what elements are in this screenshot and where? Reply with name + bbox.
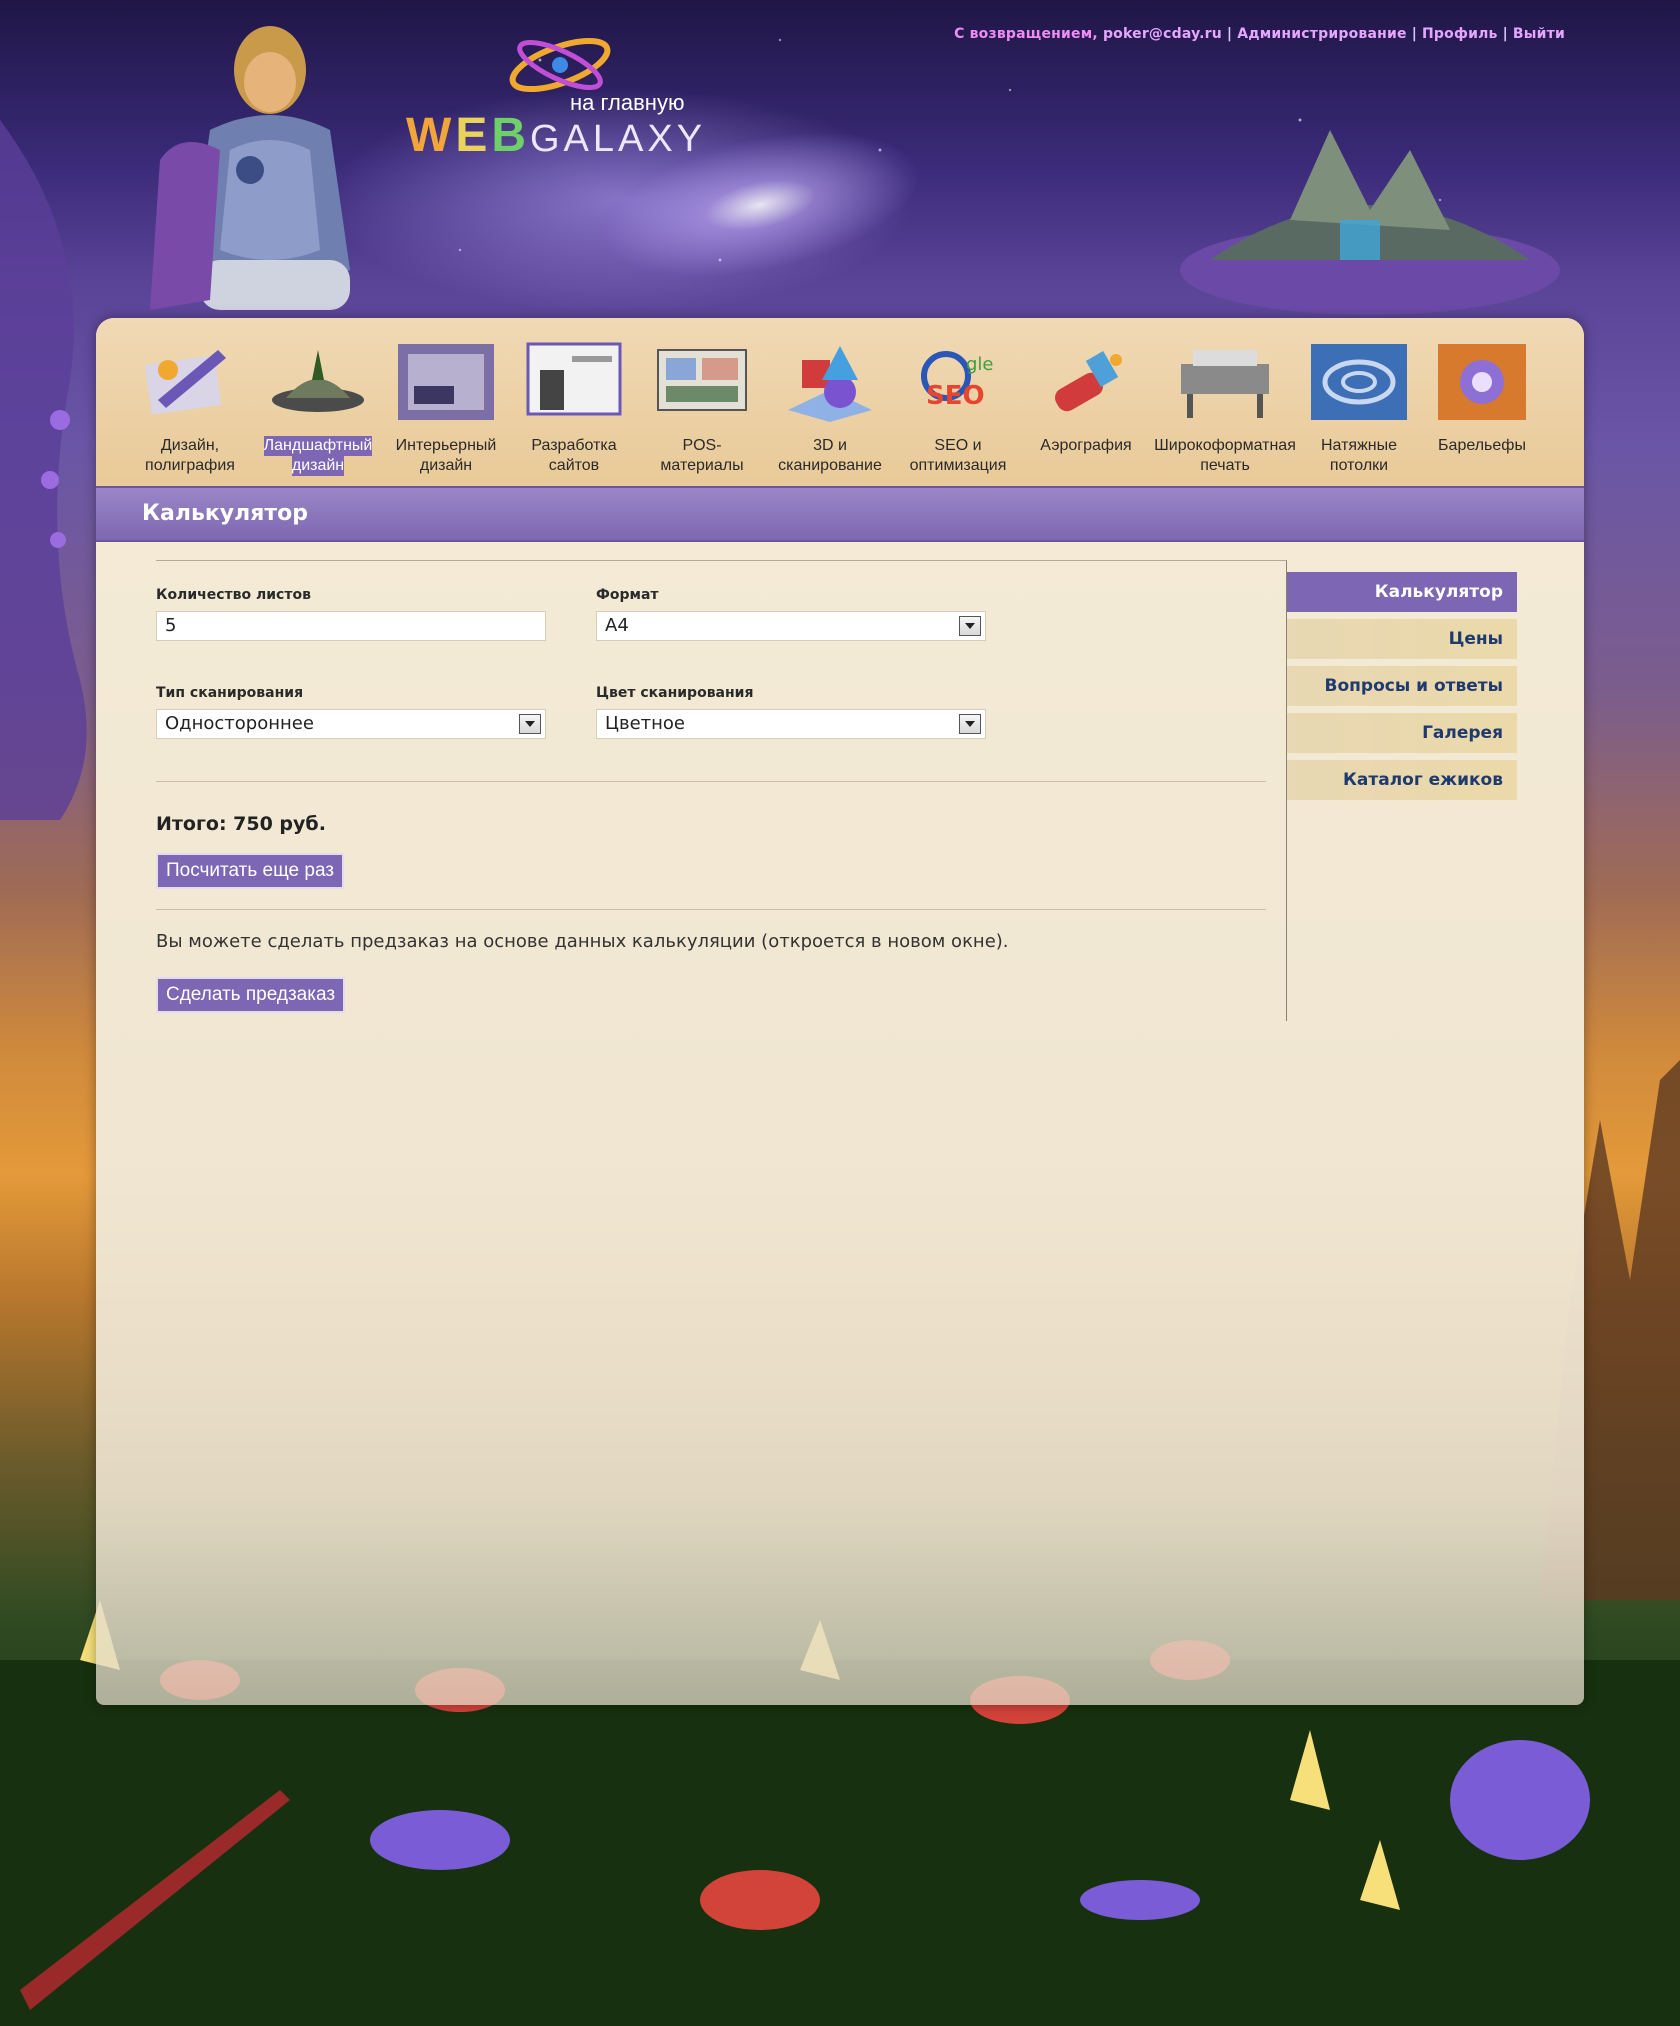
pos-icon	[657, 349, 747, 411]
sheets-label: Количество листов	[156, 587, 311, 603]
nav-item-design[interactable]: Дизайн, полиграфия	[126, 340, 254, 476]
top-user-links: С возвращением, poker@cday.ru | Администри…	[954, 26, 1565, 42]
sidebar-item-faq[interactable]: Вопросы и ответы	[1287, 666, 1517, 706]
logout-link[interactable]: Выйти	[1513, 26, 1565, 42]
nav-item-landscape[interactable]: Ландшафтный дизайн	[254, 340, 382, 476]
chevron-down-icon[interactable]	[959, 616, 981, 636]
sheets-field: Количество листов 5	[156, 587, 546, 641]
sidebar-item-calculator[interactable]: Калькулятор	[1287, 572, 1517, 612]
sheets-input[interactable]: 5	[156, 611, 546, 641]
chevron-down-icon[interactable]	[959, 714, 981, 734]
astronaut-illustration	[150, 26, 350, 310]
nav-item-wide-print[interactable]: Широкоформатная печать	[1150, 340, 1300, 476]
floating-island-illustration	[1180, 130, 1560, 315]
preorder-button[interactable]: Сделать предзаказ	[156, 977, 346, 1013]
scan-type-label: Тип сканирования	[156, 685, 304, 701]
landscape-icon	[272, 350, 364, 412]
bas-relief-icon	[1438, 344, 1526, 420]
page-title: Калькулятор	[142, 501, 308, 526]
nav-item-seo[interactable]: SEO gle SEO и оптимизация	[894, 340, 1022, 476]
nav-item-interior[interactable]: Интерьерный дизайн	[382, 340, 510, 476]
website-icon	[526, 342, 622, 416]
design-icon	[144, 350, 226, 415]
svg-text:gle: gle	[966, 354, 994, 375]
main-panel: Дизайн, полиграфия Ландшафтный дизайн Инте…	[96, 318, 1584, 1705]
interior-icon	[398, 344, 494, 420]
site-logo[interactable]: на главную WEBGALAXY	[400, 20, 720, 162]
page-title-bar: Калькулятор	[96, 486, 1584, 542]
airbrush-icon	[1055, 351, 1122, 412]
seo-icon: SEO gle	[921, 351, 994, 411]
nav-item-pos[interactable]: POS-материалы	[638, 340, 766, 476]
svg-text:SEO: SEO	[926, 381, 985, 411]
calculator-form: Количество листов 5 Формат A4 Тип сканир…	[156, 560, 1287, 1021]
profile-link[interactable]: Профиль	[1422, 26, 1498, 42]
format-label: Формат	[596, 587, 659, 603]
nav-item-airbrush[interactable]: Аэрография	[1022, 340, 1150, 456]
divider	[156, 909, 1266, 910]
format-field: Формат A4	[596, 587, 986, 641]
sidebar-item-catalog[interactable]: Каталог ежиков	[1287, 760, 1517, 800]
printer-icon	[1181, 350, 1269, 418]
scan-color-field: Цвет сканирования Цветное	[596, 685, 986, 739]
format-select[interactable]: A4	[596, 611, 986, 641]
preorder-note: Вы можете сделать предзаказ на основе да…	[156, 931, 1009, 952]
divider	[156, 781, 1266, 782]
scan-color-label: Цвет сканирования	[596, 685, 754, 701]
3d-icon	[788, 346, 872, 422]
sidebar-item-gallery[interactable]: Галерея	[1287, 713, 1517, 753]
nav-item-bas-relief[interactable]: Барельефы	[1418, 340, 1546, 456]
logo-brand: WEBGALAXY	[406, 109, 707, 162]
chevron-down-icon[interactable]	[519, 714, 541, 734]
greeting-text: С возвращением,	[954, 26, 1103, 42]
nav-item-ceilings[interactable]: Натяжные потолки	[1300, 340, 1418, 476]
scan-type-select[interactable]: Одностороннее	[156, 709, 546, 739]
sidebar-item-prices[interactable]: Цены	[1287, 619, 1517, 659]
scan-type-field: Тип сканирования Одностороннее	[156, 685, 546, 739]
sidebar-menu: Калькулятор Цены Вопросы и ответы Галере…	[1287, 572, 1517, 807]
ceiling-icon	[1311, 344, 1407, 420]
category-nav: Дизайн, полиграфия Ландшафтный дизайн Инте…	[96, 318, 1584, 486]
nav-item-3d[interactable]: 3D и сканирование	[766, 340, 894, 476]
admin-link[interactable]: Администрирование	[1237, 26, 1406, 42]
total-text: Итого: 750 руб.	[156, 813, 326, 835]
recalc-button[interactable]: Посчитать еще раз	[156, 853, 345, 889]
nav-item-websites[interactable]: Разработка сайтов	[510, 340, 638, 476]
user-email-link[interactable]: poker@cday.ru	[1103, 26, 1222, 42]
scan-color-select[interactable]: Цветное	[596, 709, 986, 739]
